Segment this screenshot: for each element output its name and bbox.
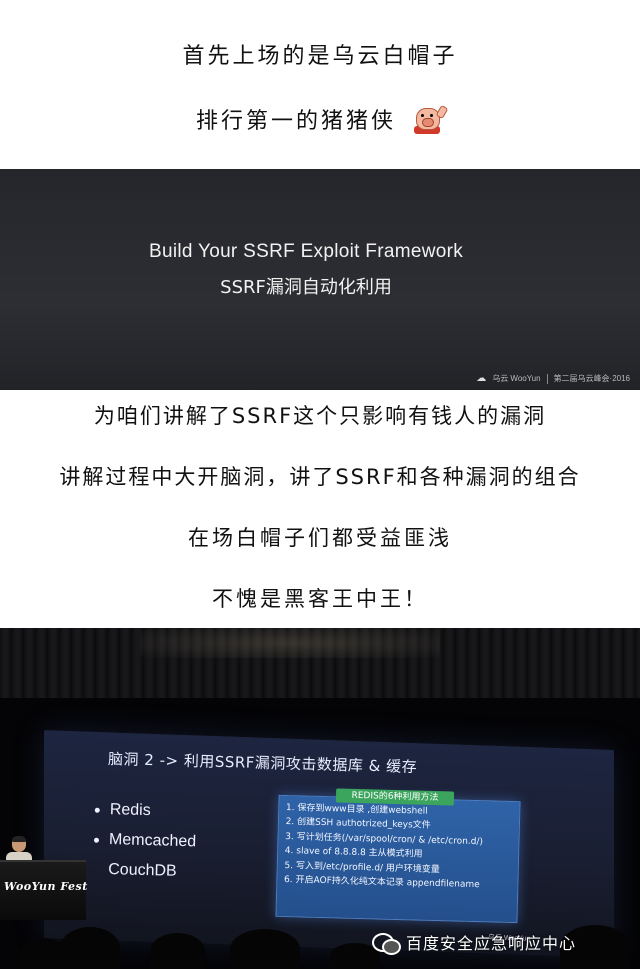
bullet-item: Memcached	[93, 825, 197, 858]
caption-line-1: 首先上场的是乌云白帽子	[182, 44, 458, 69]
slide-footer-left: 乌云 WooYun	[492, 374, 541, 383]
cloud-icon: ☁	[476, 373, 487, 384]
podium-logo: WooYun Fest	[4, 880, 88, 893]
caption-line-2-text: 排行第一的猪猪侠	[195, 109, 396, 134]
slide-footer-right: 第二届乌云峰会·2016	[553, 374, 630, 383]
bullet-item: CouchDB	[108, 861, 177, 880]
caption-line-4: 讲解过程中大开脑洞，讲了SSRF和各种漏洞的组合	[59, 465, 581, 489]
slide-footer: ☁ 乌云 WooYun 第二届乌云峰会·2016	[476, 373, 630, 384]
caption-line-2: 排行第一的猪猪侠	[0, 104, 640, 134]
slide-title-cn: SSRF漏洞自动化利用	[220, 277, 392, 298]
article-page: 首先上场的是乌云白帽子 排行第一的猪猪侠 Build Your SSRF Exp…	[0, 0, 640, 969]
wechat-icon	[372, 931, 401, 955]
caption-line-6: 不愧是黑客王中王！	[212, 587, 428, 611]
caption-line-3: 为咱们讲解了SSRF这个只影响有钱人的漏洞	[93, 404, 547, 428]
slide-title-en: Build Your SSRF Exploit Framework	[148, 241, 464, 262]
caption-line-5: 在场白帽子们都受益匪浅	[188, 526, 452, 550]
watermark: 百度安全应急响应中心	[372, 930, 577, 955]
projected-bullet-list: Redis Memcached CouchDB	[93, 795, 197, 888]
redis-methods-list: 1. 保存到www目录 ,创建webshell 2. 创建SSH authotr…	[284, 801, 516, 893]
conference-photo: 脑洞 2 -> 利用SSRF漏洞攻击数据库 & 缓存 Redis Memcach…	[0, 628, 640, 969]
slide-image-title: Build Your SSRF Exploit Framework SSRF漏洞…	[0, 169, 640, 390]
bullet-item: Redis	[94, 795, 197, 828]
pig-hero-icon	[414, 104, 449, 134]
watermark-text: 百度安全应急响应中心	[406, 934, 577, 953]
stage-light	[140, 628, 440, 658]
slide-footer-divider	[546, 373, 548, 384]
